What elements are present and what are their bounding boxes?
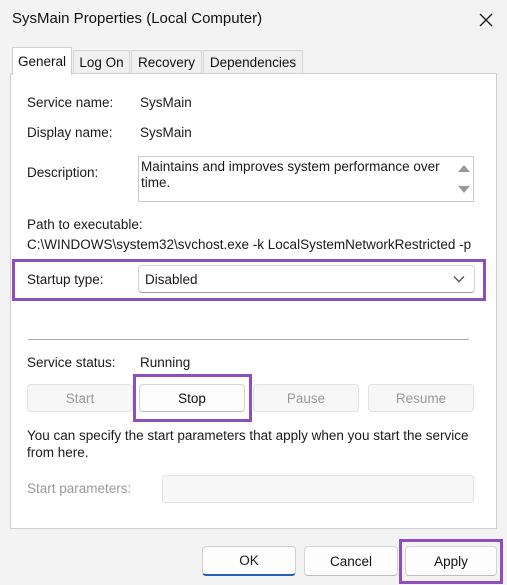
close-icon [479, 13, 493, 27]
general-panel [10, 73, 497, 529]
description-text: Maintains and improves system performanc… [141, 159, 440, 190]
start-params-hint-line2: from here. [27, 445, 89, 460]
service-status-value: Running [140, 355, 191, 370]
tab-recovery[interactable]: Recovery [131, 50, 202, 74]
pause-button[interactable]: Pause [253, 384, 359, 412]
tab-dependencies[interactable]: Dependencies [203, 50, 303, 74]
divider [28, 339, 469, 340]
ok-button[interactable]: OK [202, 546, 296, 576]
resume-button[interactable]: Resume [368, 384, 474, 412]
window-title: SysMain Properties (Local Computer) [12, 10, 263, 27]
scroll-up-icon[interactable] [458, 165, 470, 172]
scroll-down-icon[interactable] [458, 186, 470, 193]
startup-type-value: Disabled [145, 272, 198, 287]
path-value: C:\WINDOWS\system32\svchost.exe -k Local… [27, 237, 472, 252]
service-name-label: Service name: [27, 95, 114, 110]
start-params-label: Start parameters: [27, 481, 132, 496]
start-params-input[interactable] [162, 475, 474, 503]
start-button[interactable]: Start [27, 384, 133, 412]
description-box[interactable]: Maintains and improves system performanc… [138, 156, 474, 202]
tab-log-on[interactable]: Log On [73, 50, 130, 74]
cancel-button[interactable]: Cancel [304, 546, 398, 576]
chevron-down-icon [453, 276, 465, 283]
startup-type-label: Startup type: [27, 272, 104, 287]
close-button[interactable] [472, 6, 500, 34]
description-scrollbar[interactable] [453, 157, 473, 201]
display-name-value: SysMain [140, 125, 192, 140]
startup-type-select[interactable]: Disabled [138, 265, 475, 293]
path-label: Path to executable: [27, 217, 143, 232]
service-name-value: SysMain [140, 95, 192, 110]
apply-button[interactable]: Apply [405, 546, 497, 576]
description-label: Description: [27, 165, 99, 180]
stop-button[interactable]: Stop [139, 384, 245, 412]
tab-general[interactable]: General [12, 47, 72, 75]
service-status-label: Service status: [27, 355, 116, 370]
start-params-hint-line1: You can specify the start parameters tha… [27, 428, 469, 443]
display-name-label: Display name: [27, 125, 113, 140]
